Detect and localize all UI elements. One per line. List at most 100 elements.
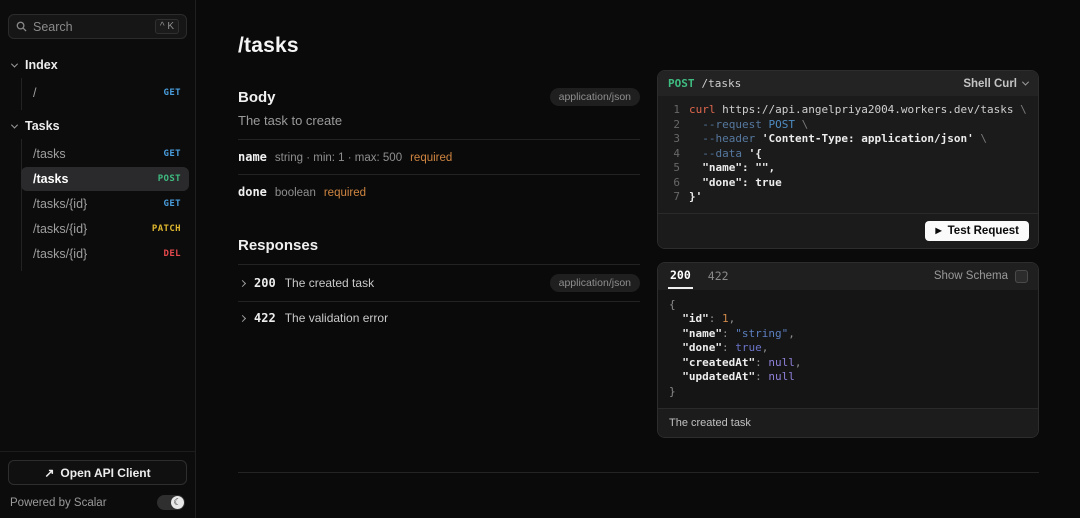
sidebar-section-index[interactable]: Index [0, 49, 195, 78]
line-number: 3 [673, 132, 680, 145]
endpoint-path: /tasks [33, 147, 66, 161]
line-number: 7 [673, 190, 680, 203]
line-number: 2 [673, 117, 680, 131]
field-row-name: name string · min: 1 · max: 500 required [238, 139, 640, 174]
moon-icon: ☾ [173, 497, 182, 507]
sidebar-item-tasksid-del[interactable]: /tasks/{id} DEL [21, 242, 189, 266]
json-token: "id" [669, 312, 709, 325]
endpoint-path: /tasks/{id} [33, 222, 88, 236]
chevron-right-icon [238, 314, 247, 322]
content-type-badge: application/json [549, 88, 640, 106]
sidebar-item-tasks-get[interactable]: /tasks GET [21, 142, 189, 166]
search-input[interactable]: Search ^ K [8, 14, 187, 39]
field-name: name [238, 150, 267, 164]
json-line: "done": true, [669, 341, 1027, 356]
endpoint-doc-column: /tasks Body application/json The task to… [238, 0, 640, 518]
json-token: { [669, 297, 676, 311]
response-desc: The created task [284, 276, 375, 290]
code-tokens: "done": true [689, 176, 781, 191]
json-line: { [669, 298, 1027, 313]
json-token: "updatedAt" [669, 370, 756, 383]
line-number: 4 [673, 146, 680, 160]
required-badge: required [323, 187, 367, 199]
show-schema-toggle[interactable] [1015, 269, 1028, 283]
sidebar-item-tasksid-patch[interactable]: /tasks/{id} PATCH [21, 217, 189, 241]
section-label: Index [25, 58, 58, 72]
code-token: --request [689, 117, 769, 131]
chevron-down-icon [10, 121, 19, 129]
method-badge: GET [163, 88, 181, 98]
page-title: /tasks [238, 34, 299, 57]
sidebar-section-tasks[interactable]: Tasks [0, 110, 195, 139]
body-section: Body application/json The task to create… [238, 88, 640, 209]
response-rows: 200 The created task application/json 422 Th… [238, 264, 640, 334]
sidebar-item-tasks-post[interactable]: /tasks POST [21, 167, 189, 191]
request-panel-footer: ▶ Test Request [658, 212, 1038, 248]
json-token: : [708, 312, 722, 325]
field-row-done: done boolean required [238, 174, 640, 209]
body-fields: name string · min: 1 · max: 500 required do… [238, 139, 640, 209]
search-icon [16, 21, 27, 32]
json-line: "name": "string", [669, 327, 1027, 342]
json-line: "id": 1, [669, 312, 1027, 327]
sidebar-section-items: /tasks GET/tasks POST/tasks/{id} GET/tasks/… [21, 139, 195, 271]
code-token: 'Content-Type: application/json' [761, 132, 974, 145]
response-panel-header: 200 422 Show Schema [658, 262, 1038, 290]
method-badge: PATCH [151, 224, 181, 234]
client-selector-dropdown[interactable]: Shell Curl [963, 78, 1030, 90]
code-line: 3 --header 'Content-Type: application/js… [668, 132, 1028, 147]
tab-422[interactable]: 422 [706, 265, 731, 288]
code-line: 5 "name": "", [668, 161, 1028, 176]
response-row-422[interactable]: 422 The validation error [238, 301, 640, 334]
chevron-down-icon [1021, 78, 1030, 86]
method-badge: DEL [163, 249, 181, 259]
json-token: 1 [722, 312, 729, 325]
open-api-client-button[interactable]: ↗ Open API Client [8, 460, 187, 485]
code-line: 2 --request POST \ [668, 118, 1028, 133]
body-heading: Body [238, 88, 276, 106]
toggle-knob: ☾ [171, 496, 184, 509]
json-token: : [721, 326, 736, 340]
response-code: 200 [254, 276, 276, 290]
code-token: POST [768, 117, 795, 131]
endpoint-path: / [33, 86, 37, 100]
code-tokens: --request POST \ [689, 118, 808, 133]
endpoint-path: /tasks/{id} [33, 247, 88, 261]
code-token: "name": "", [689, 161, 776, 174]
json-token: "name" [669, 326, 722, 340]
json-line: } [669, 385, 1027, 400]
powered-by-label: Powered by Scalar [10, 496, 107, 509]
code-token: \ [1020, 103, 1027, 116]
code-tokens: curl https://api.angelpriya2004.workers.… [689, 103, 1027, 118]
request-panel-header: POST /tasks Shell Curl [658, 71, 1038, 96]
code-tokens: }' [689, 190, 702, 205]
endpoint-path: /tasks [33, 172, 69, 186]
code-token: https://api.angelpriya2004.workers.dev/t… [715, 103, 1021, 116]
open-api-client-label: Open API Client [60, 465, 151, 480]
sidebar-item-tasksid-get[interactable]: /tasks/{id} GET [21, 192, 189, 216]
main-content: /tasks Body application/json The task to… [196, 0, 1080, 518]
play-icon: ▶ [935, 226, 942, 235]
json-token: , [794, 355, 802, 369]
test-request-button[interactable]: ▶ Test Request [925, 220, 1029, 241]
field-type-meta: boolean [274, 187, 316, 199]
search-shortcut-kbd: ^ K [154, 19, 179, 34]
line-number: 1 [673, 103, 680, 116]
json-line: "createdAt": null, [669, 356, 1027, 371]
json-token: : [755, 370, 769, 383]
json-token: , [788, 326, 795, 340]
request-path-label: /tasks [701, 77, 742, 90]
code-tokens: --data '{ [689, 147, 762, 162]
tab-200[interactable]: 200 [668, 264, 693, 289]
sidebar-section-items: / GET [21, 78, 195, 110]
sidebar-item--get[interactable]: / GET [21, 81, 189, 105]
json-token: true [735, 341, 762, 354]
response-row-200[interactable]: 200 The created task application/json [238, 264, 640, 301]
response-json-block: { "id": 1, "name": "string", "done": tru… [658, 289, 1038, 408]
dark-mode-toggle[interactable]: ☾ [157, 495, 185, 510]
chevron-right-icon [238, 279, 247, 287]
sidebar-footer: ↗ Open API Client Powered by Scalar ☾ [0, 451, 195, 518]
examples-column: POST /tasks Shell Curl 1 curl https://api… [657, 0, 1039, 518]
section-label: Tasks [25, 119, 60, 133]
endpoint-path: /tasks/{id} [33, 197, 88, 211]
